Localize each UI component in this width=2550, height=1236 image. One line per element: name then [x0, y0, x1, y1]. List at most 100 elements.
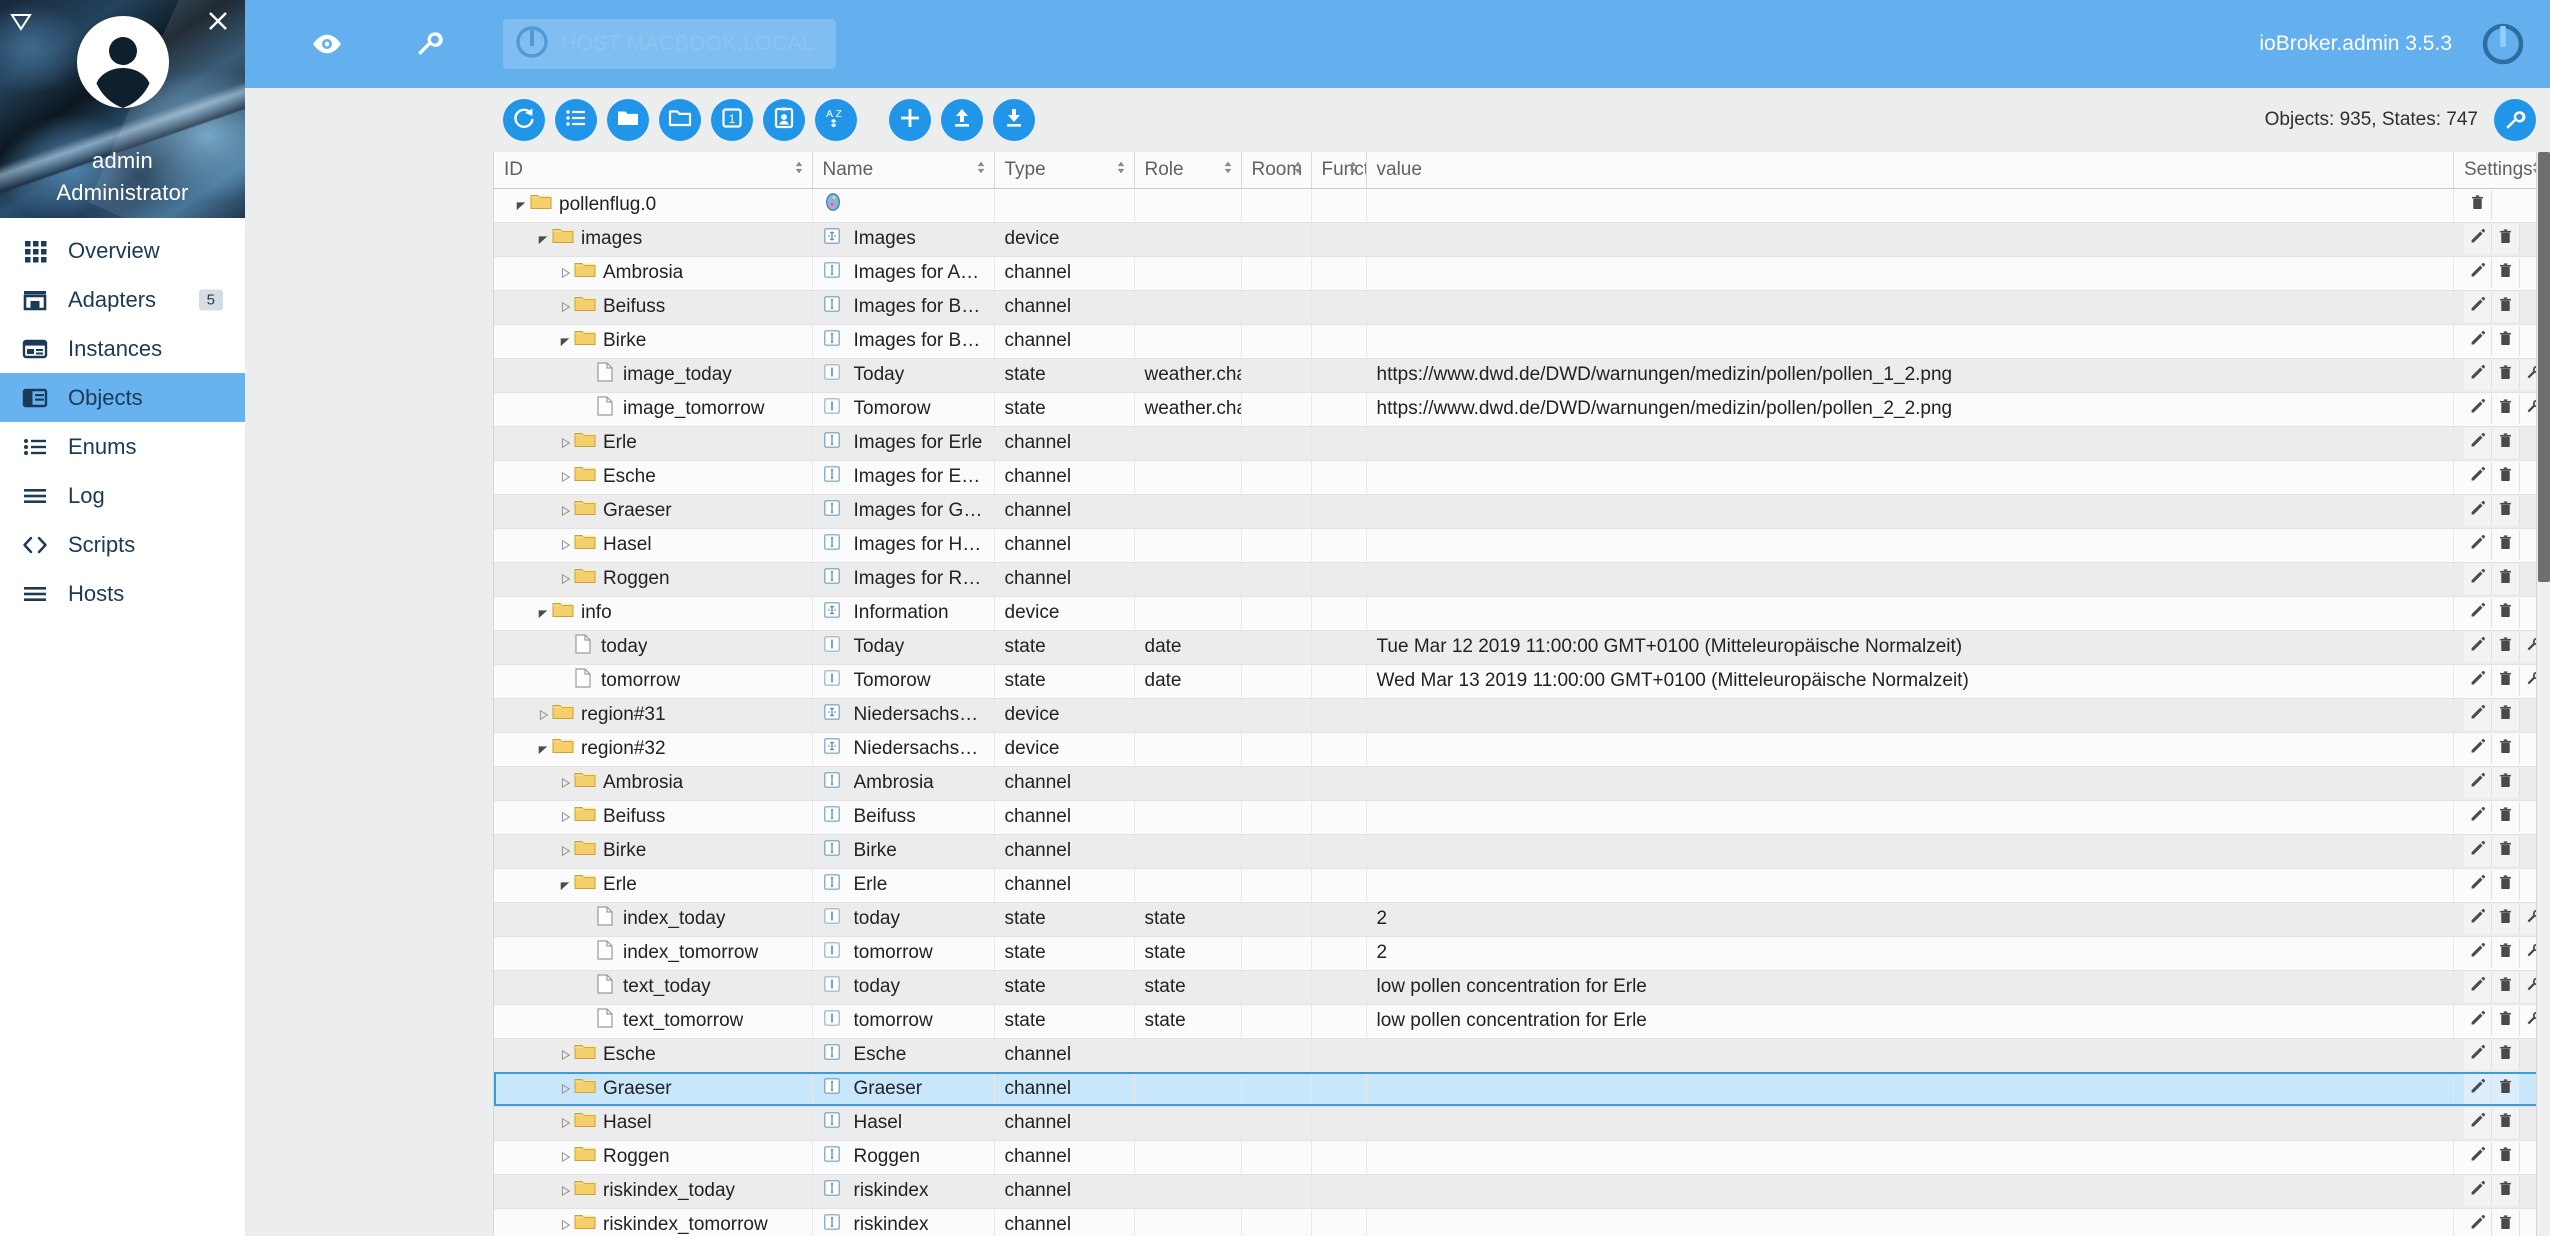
- delete-button[interactable]: [2492, 496, 2520, 526]
- delete-button[interactable]: [2492, 326, 2520, 356]
- table-row[interactable]: Roggen Images for Roggen channel: [494, 562, 2550, 596]
- delete-button[interactable]: [2492, 938, 2520, 968]
- sort-button[interactable]: AZ: [815, 99, 857, 141]
- delete-button[interactable]: [2492, 462, 2520, 492]
- expand-toggle-right-icon[interactable]: [556, 1151, 574, 1163]
- sort-arrows-icon[interactable]: [794, 159, 804, 181]
- expand-toggle-right-icon[interactable]: [556, 539, 574, 551]
- eye-icon[interactable]: [305, 22, 349, 66]
- edit-button[interactable]: [2464, 1108, 2492, 1138]
- table-row[interactable]: text_tomorrow tomorrow statestatelow pol…: [494, 1004, 2550, 1038]
- import-button[interactable]: [941, 99, 983, 141]
- expand-toggle-right-icon[interactable]: [556, 777, 574, 789]
- table-row[interactable]: index_tomorrow tomorrow statestate2: [494, 936, 2550, 970]
- expand-toggle-right-icon[interactable]: [556, 845, 574, 857]
- expand-toggle-down-icon[interactable]: [534, 743, 552, 755]
- delete-button[interactable]: [2492, 530, 2520, 560]
- edit-button[interactable]: [2464, 530, 2492, 560]
- table-row[interactable]: Beifuss Beifuss channel: [494, 800, 2550, 834]
- edit-button[interactable]: [2464, 768, 2492, 798]
- delete-button[interactable]: [2492, 666, 2520, 696]
- table-row[interactable]: tomorrow Tomorow statedateWed Mar 13 201…: [494, 664, 2550, 698]
- edit-button[interactable]: [2464, 904, 2492, 934]
- edit-button[interactable]: [2464, 258, 2492, 288]
- table-row[interactable]: Erle Images for Erle channel: [494, 426, 2550, 460]
- table-row[interactable]: Graeser Images for Graeser channel: [494, 494, 2550, 528]
- edit-button[interactable]: [2464, 700, 2492, 730]
- edit-button[interactable]: [2464, 1006, 2492, 1036]
- sidebar-item-overview[interactable]: Overview: [0, 226, 245, 275]
- delete-button[interactable]: [2492, 428, 2520, 458]
- edit-button[interactable]: [2464, 1176, 2492, 1206]
- export-button[interactable]: [993, 99, 1035, 141]
- table-row[interactable]: image_today Today stateweather.chart.url…: [494, 358, 2550, 392]
- delete-button[interactable]: [2492, 564, 2520, 594]
- expand-toggle-right-icon[interactable]: [556, 1185, 574, 1197]
- expand-toggle-right-icon[interactable]: [556, 811, 574, 823]
- table-row[interactable]: Roggen Roggen channel: [494, 1140, 2550, 1174]
- edit-button[interactable]: [2464, 870, 2492, 900]
- scrollbar-thumb[interactable]: [2538, 152, 2550, 582]
- delete-button[interactable]: [2492, 1074, 2520, 1104]
- table-row[interactable]: Birke Images for Birke channel: [494, 324, 2550, 358]
- expand-toggle-right-icon[interactable]: [556, 1219, 574, 1231]
- edit-button[interactable]: [2464, 224, 2492, 254]
- expand-toggle-down-icon[interactable]: [556, 879, 574, 891]
- expand-toggle-down-icon[interactable]: [512, 199, 530, 211]
- table-row[interactable]: today Today statedateTue Mar 12 2019 11:…: [494, 630, 2550, 664]
- table-row[interactable]: text_today today statestatelow pollen co…: [494, 970, 2550, 1004]
- table-row[interactable]: images Images device: [494, 222, 2550, 256]
- close-icon[interactable]: [205, 8, 231, 34]
- add-object-button[interactable]: [889, 99, 931, 141]
- column-header-role[interactable]: Role: [1134, 152, 1241, 188]
- expand-toggle-right-icon[interactable]: [556, 1083, 574, 1095]
- edit-button[interactable]: [2464, 666, 2492, 696]
- table-row[interactable]: Hasel Images for Hasel channel: [494, 528, 2550, 562]
- edit-button[interactable]: [2464, 496, 2492, 526]
- expand-toggle-right-icon[interactable]: [556, 471, 574, 483]
- delete-button[interactable]: [2492, 870, 2520, 900]
- delete-button[interactable]: [2492, 598, 2520, 628]
- delete-button[interactable]: [2492, 768, 2520, 798]
- table-row[interactable]: Hasel Hasel channel: [494, 1106, 2550, 1140]
- table-row[interactable]: info Information device: [494, 596, 2550, 630]
- edit-button[interactable]: [2464, 802, 2492, 832]
- column-header-type[interactable]: Type: [994, 152, 1134, 188]
- table-row[interactable]: region#31 Niedersachsen und Bremen - ...…: [494, 698, 2550, 732]
- delete-button[interactable]: [2492, 700, 2520, 730]
- sidebar-item-enums[interactable]: Enums: [0, 422, 245, 471]
- expand-list-button[interactable]: [555, 99, 597, 141]
- expand-toggle-right-icon[interactable]: [556, 437, 574, 449]
- sidebar-item-log[interactable]: Log: [0, 471, 245, 520]
- table-row[interactable]: index_today today statestate2: [494, 902, 2550, 936]
- settings-button[interactable]: [2494, 99, 2536, 141]
- delete-button[interactable]: [2492, 224, 2520, 254]
- table-row[interactable]: riskindex_today riskindex channel: [494, 1174, 2550, 1208]
- edit-button[interactable]: [2464, 564, 2492, 594]
- delete-button[interactable]: [2492, 734, 2520, 764]
- table-row[interactable]: image_tomorrow Tomorow stateweather.char…: [494, 392, 2550, 426]
- table-row[interactable]: Graeser Graeser channel: [494, 1072, 2550, 1106]
- delete-button[interactable]: [2492, 836, 2520, 866]
- vertical-scrollbar[interactable]: [2536, 152, 2550, 1236]
- delete-button[interactable]: [2492, 1210, 2520, 1236]
- expand-toggle-right-icon[interactable]: [556, 573, 574, 585]
- delete-button[interactable]: [2492, 1006, 2520, 1036]
- column-header-value[interactable]: value: [1366, 152, 2454, 188]
- sort-arrows-icon[interactable]: [1348, 159, 1358, 181]
- edit-button[interactable]: [2464, 972, 2492, 1002]
- sort-arrows-icon[interactable]: [1223, 159, 1233, 181]
- delete-button[interactable]: [2492, 632, 2520, 662]
- table-row[interactable]: Birke Birke channel: [494, 834, 2550, 868]
- edit-button[interactable]: [2464, 360, 2492, 390]
- table-row[interactable]: Erle Erle channel: [494, 868, 2550, 902]
- edit-button[interactable]: [2464, 462, 2492, 492]
- objects-table-container[interactable]: IDNameTypeRoleRoomFunctiovalueSettings p…: [493, 152, 2550, 1236]
- edit-button[interactable]: [2464, 428, 2492, 458]
- expand-toggle-right-icon[interactable]: [556, 267, 574, 279]
- delete-button[interactable]: [2464, 190, 2492, 220]
- wrench-icon[interactable]: [407, 22, 451, 66]
- delete-button[interactable]: [2492, 1108, 2520, 1138]
- collapse-all-button[interactable]: [607, 99, 649, 141]
- sort-arrows-icon[interactable]: [1116, 159, 1126, 181]
